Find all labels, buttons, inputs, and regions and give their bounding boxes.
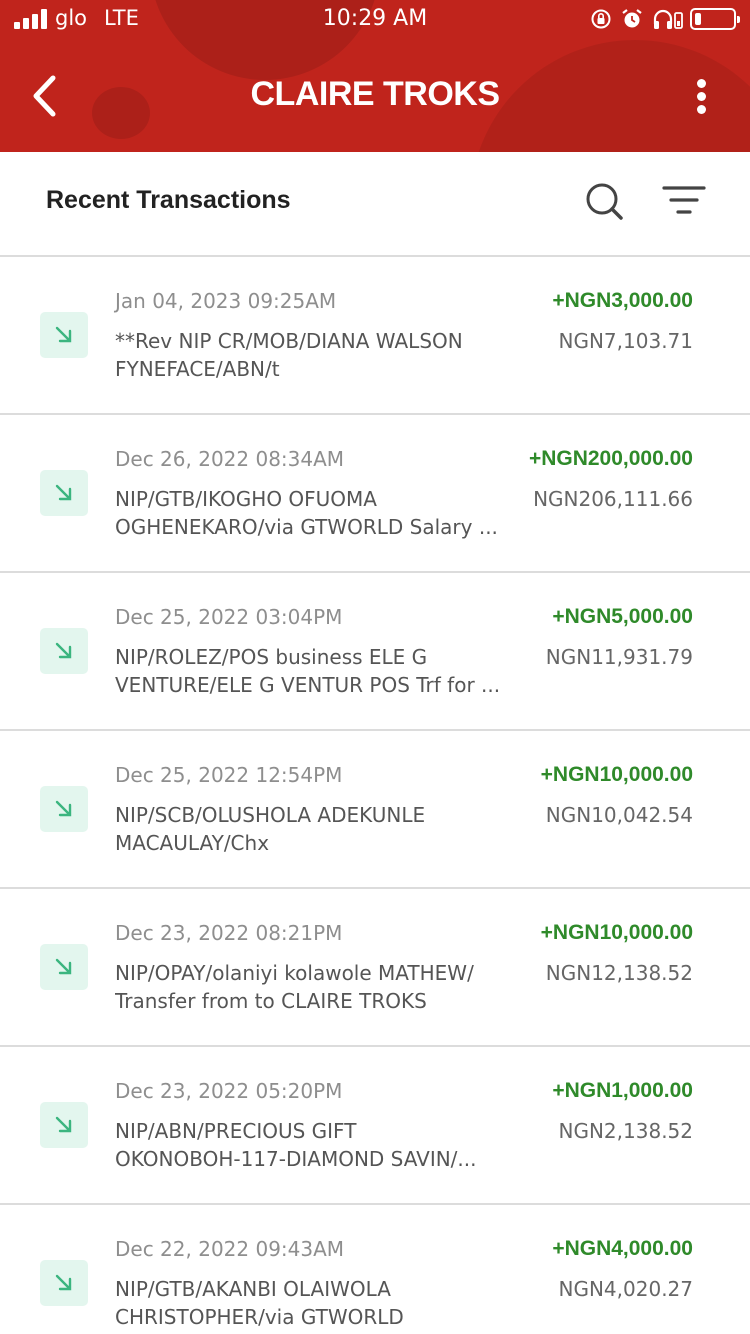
transaction-description: NIP/ABN/PRECIOUS GIFT OKONOBOH-117-DIAMON… bbox=[115, 1119, 477, 1171]
transaction-description: NIP/SCB/OLUSHOLA ADEKUNLE MACAULAY/Chx bbox=[115, 803, 426, 855]
transaction-row[interactable]: Dec 26, 2022 08:34AM NIP/GTB/IKOGHO OFUO… bbox=[0, 415, 750, 573]
transaction-row[interactable]: Dec 23, 2022 08:21PM NIP/OPAY/olaniyi ko… bbox=[0, 889, 750, 1047]
alarm-icon bbox=[622, 9, 642, 28]
transaction-amount: +NGN5,000.00 bbox=[552, 605, 693, 628]
transaction-description: NIP/GTB/IKOGHO OFUOMA OGHENEKARO/via GTWO… bbox=[115, 487, 498, 539]
transaction-row[interactable]: Dec 25, 2022 12:54PM NIP/SCB/OLUSHOLA AD… bbox=[0, 731, 750, 889]
transaction-description: NIP/ROLEZ/POS business ELE G VENTURE/ELE … bbox=[115, 645, 501, 697]
transaction-amount: +NGN10,000.00 bbox=[540, 763, 693, 786]
search-icon[interactable] bbox=[583, 180, 625, 222]
transaction-description: NIP/GTB/AKANBI OLAIWOLA CHRISTOPHER/via G… bbox=[115, 1277, 404, 1329]
app-header: glo LTE 10:29 AM CLAIRE TROKS bbox=[0, 0, 750, 152]
transaction-row[interactable]: Dec 25, 2022 03:04PM NIP/ROLEZ/POS busin… bbox=[0, 573, 750, 731]
page-title: CLAIRE TROKS bbox=[250, 75, 501, 113]
transaction-date: Dec 25, 2022 03:04PM bbox=[115, 605, 343, 629]
battery-icon bbox=[690, 8, 740, 30]
more-options-button[interactable] bbox=[686, 76, 718, 116]
transaction-balance: NGN10,042.54 bbox=[545, 803, 693, 827]
transaction-description: **Rev NIP CR/MOB/DIANA WALSON FYNEFACE/AB… bbox=[115, 329, 463, 381]
transaction-row[interactable]: Dec 22, 2022 09:43AM NIP/GTB/AKANBI OLAI… bbox=[0, 1205, 750, 1334]
transaction-description: NIP/OPAY/olaniyi kolawole MATHEW/Transfe… bbox=[115, 961, 474, 1013]
transaction-amount: +NGN1,000.00 bbox=[552, 1079, 693, 1102]
transaction-balance: NGN206,111.66 bbox=[533, 487, 693, 511]
transaction-amount: +NGN4,000.00 bbox=[552, 1237, 693, 1260]
transaction-balance: NGN7,103.71 bbox=[558, 329, 693, 353]
transaction-date: Dec 22, 2022 09:43AM bbox=[115, 1237, 345, 1261]
credit-arrow-icon bbox=[40, 312, 88, 358]
transaction-balance: NGN12,138.52 bbox=[545, 961, 693, 985]
transaction-date: Dec 26, 2022 08:34AM bbox=[115, 447, 345, 471]
transaction-list: Jan 04, 2023 09:25AM **Rev NIP CR/MOB/DI… bbox=[0, 257, 750, 1334]
transaction-date: Dec 23, 2022 05:20PM bbox=[115, 1079, 343, 1103]
transaction-row[interactable]: Jan 04, 2023 09:25AM **Rev NIP CR/MOB/DI… bbox=[0, 257, 750, 415]
credit-arrow-icon bbox=[40, 470, 88, 516]
headphones-icon bbox=[653, 9, 683, 29]
transaction-amount: +NGN3,000.00 bbox=[552, 289, 693, 312]
transaction-amount: +NGN200,000.00 bbox=[528, 447, 693, 470]
transaction-balance: NGN11,931.79 bbox=[545, 645, 693, 669]
status-bar: glo LTE 10:29 AM bbox=[0, 0, 750, 40]
orientation-lock-icon bbox=[591, 9, 611, 29]
transaction-date: Dec 23, 2022 08:21PM bbox=[115, 921, 343, 945]
credit-arrow-icon bbox=[40, 628, 88, 674]
transaction-date: Dec 25, 2022 12:54PM bbox=[115, 763, 343, 787]
transactions-toolbar: Recent Transactions bbox=[0, 152, 750, 257]
section-title: Recent Transactions bbox=[46, 186, 291, 214]
credit-arrow-icon bbox=[40, 1102, 88, 1148]
transaction-balance: NGN4,020.27 bbox=[558, 1277, 693, 1301]
transaction-date: Jan 04, 2023 09:25AM bbox=[115, 289, 337, 313]
filter-icon[interactable] bbox=[662, 184, 706, 218]
credit-arrow-icon bbox=[40, 944, 88, 990]
transaction-row[interactable]: Dec 23, 2022 05:20PM NIP/ABN/PRECIOUS GI… bbox=[0, 1047, 750, 1205]
transaction-balance: NGN2,138.52 bbox=[558, 1119, 693, 1143]
credit-arrow-icon bbox=[40, 786, 88, 832]
transaction-amount: +NGN10,000.00 bbox=[540, 921, 693, 944]
credit-arrow-icon bbox=[40, 1260, 88, 1306]
